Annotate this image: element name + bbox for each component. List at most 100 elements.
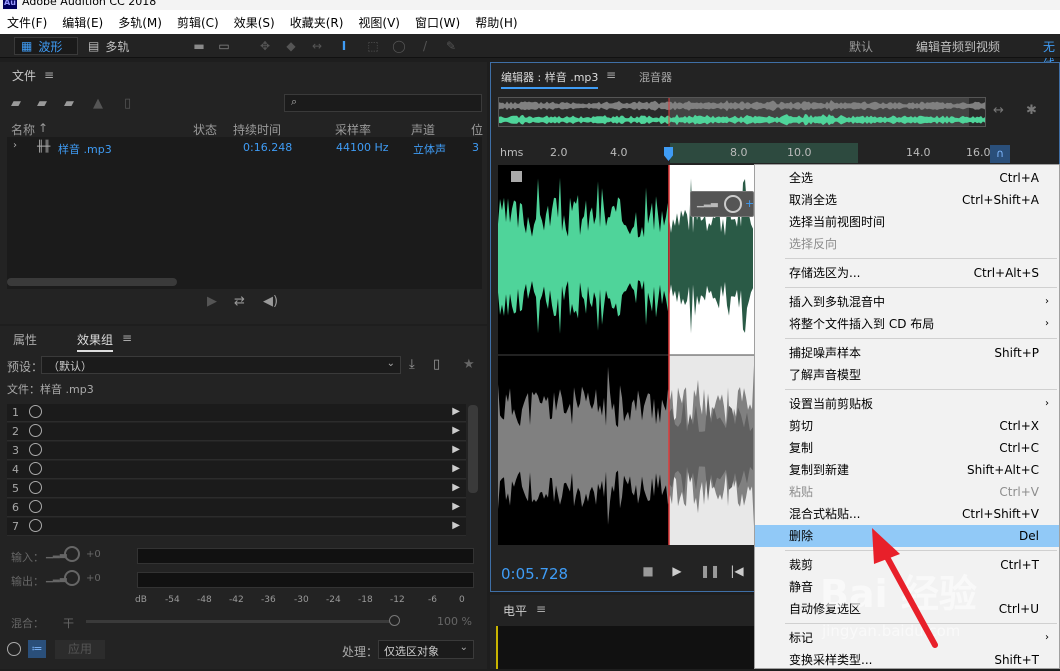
menu-help[interactable]: 帮助(H) [475,14,517,31]
power-icon[interactable] [29,405,42,418]
go-to-start-icon[interactable]: |◀ [729,563,745,579]
tab-effects-rack[interactable]: 效果组 [77,331,114,352]
tab-mixer[interactable]: 混音器 [639,69,672,85]
menu-effects[interactable]: 效果(S) [234,14,275,31]
master-power-icon[interactable] [7,642,21,656]
show-rack-icon[interactable]: ≔ [28,640,46,658]
menu-multitrack[interactable]: 多轨(M) [118,14,162,31]
power-icon[interactable] [29,481,42,494]
razor-tool-icon[interactable]: ◆ [283,38,299,54]
horizontal-scrollbar[interactable] [7,278,177,286]
delete-preset-icon[interactable]: ▯ [433,357,440,373]
slot-arrow-icon[interactable]: ▶ [452,482,460,493]
context-menu-item[interactable]: 捕捉噪声样本 Shift+P [755,342,1059,364]
context-menu-item[interactable]: 了解声音模型 [755,364,1059,386]
new-file-icon[interactable]: ▰ [64,96,74,112]
waveform-view-button[interactable]: ▦ 波形 [14,37,78,55]
hud-volume[interactable]: ▁▂▃ +0 [690,191,761,217]
open-append-icon[interactable]: ▰ [37,96,47,112]
workspace-default[interactable]: 默认 [849,38,873,55]
expand-chevron-icon[interactable]: › [13,140,17,151]
brush-tool-icon[interactable]: / [417,38,433,54]
context-menu-item[interactable]: 复制 Ctrl+C [755,437,1059,459]
rack-slot[interactable]: 4 ▶ [7,461,466,479]
context-menu-item[interactable]: 取消全选 Ctrl+Shift+A [755,189,1059,211]
menu-view[interactable]: 视图(V) [358,14,400,31]
headphones-icon[interactable]: ∩ [990,145,1010,163]
column-status[interactable]: 状态 [193,121,217,138]
context-menu-item[interactable]: 选择当前视图时间 [755,211,1059,233]
context-menu-item[interactable]: 粘贴 Ctrl+V [755,481,1059,503]
context-menu-item[interactable]: 将整个文件插入到 CD 布局 › [755,313,1059,335]
slot-arrow-icon[interactable]: ▶ [452,444,460,455]
import-icon[interactable]: ▲ [93,96,103,112]
time-selection-tool-icon[interactable]: I [336,38,352,54]
column-bit[interactable]: 位 [471,121,483,138]
waveform-display[interactable] [498,165,754,545]
files-panel-title[interactable]: 文件 [12,67,36,84]
rack-slot[interactable]: 2 ▶ [7,423,466,441]
context-menu-item[interactable]: 设置当前剪贴板 › [755,393,1059,415]
editor-menu-icon[interactable]: ≡ [606,68,616,82]
preset-select[interactable]: （默认） ⌄ [41,356,401,374]
power-icon[interactable] [29,462,42,475]
current-time[interactable]: 0:05.728 [501,565,568,583]
tab-properties[interactable]: 属性 [13,331,37,348]
slot-arrow-icon[interactable]: ▶ [452,463,460,474]
favorite-star-icon[interactable]: ★ [463,357,475,373]
power-icon[interactable] [29,519,42,532]
effects-panel-menu-icon[interactable]: ≡ [122,331,132,345]
slot-arrow-icon[interactable]: ▶ [452,425,460,436]
rack-slot[interactable]: 1 ▶ [7,404,466,422]
rack-slot[interactable]: 7 ▶ [7,518,466,536]
save-preset-icon[interactable]: ⤓ [409,357,415,373]
open-folder-icon[interactable]: ▰ [11,96,21,112]
mix-slider-handle[interactable] [389,615,400,626]
menu-window[interactable]: 窗口(W) [415,14,460,31]
channel-toggle-icon[interactable] [511,171,522,182]
apply-button[interactable]: 应用 [55,640,105,659]
panel-menu-icon[interactable]: ≡ [44,68,54,82]
tab-editor[interactable]: 编辑器 : 样音 .mp3 [501,69,599,89]
column-sample-rate[interactable]: 采样率 [335,121,371,138]
file-search-input[interactable]: ⌕ [284,94,482,112]
rack-scrollbar[interactable] [468,405,478,493]
menu-favorites[interactable]: 收藏夹(R) [290,14,344,31]
overview-navigator[interactable] [498,97,986,127]
move-tool-icon[interactable]: ✥ [257,38,273,54]
pause-icon[interactable]: ❚❚ [700,563,720,579]
power-icon[interactable] [29,500,42,513]
input-gain-knob[interactable] [64,546,80,562]
slot-arrow-icon[interactable]: ▶ [452,501,460,512]
hud-knob[interactable] [724,195,742,213]
menu-edit[interactable]: 编辑(E) [62,14,103,31]
context-menu-item[interactable]: 全选 Ctrl+A [755,167,1059,189]
spectral-display-icon[interactable]: ▬ [191,38,207,54]
workspace-edit-audio-to-video[interactable]: 编辑音频到视频 [916,38,1000,55]
slip-tool-icon[interactable]: ↔ [309,38,325,54]
menu-clip[interactable]: 剪辑(C) [177,14,219,31]
delete-file-icon[interactable]: ▯ [124,96,131,112]
process-select[interactable]: 仅选区对象 ⌄ [378,640,474,659]
rack-slot[interactable]: 3 ▶ [7,442,466,460]
loop-icon[interactable]: ⇄ [234,294,245,310]
context-menu-item[interactable]: 插入到多轨混音中 › [755,291,1059,313]
context-menu-item[interactable]: 剪切 Ctrl+X [755,415,1059,437]
menu-file[interactable]: 文件(F) [7,14,47,31]
play-icon[interactable]: ▶ [669,563,685,579]
autoplay-icon[interactable]: ◀) [263,294,278,310]
column-channels[interactable]: 声道 [411,121,435,138]
play-icon[interactable]: ▶ [207,294,217,310]
levels-panel-title[interactable]: 电平 [503,602,527,619]
zoom-icon[interactable]: ↔ [993,103,1004,119]
context-menu-item[interactable]: 复制到新建 Shift+Alt+C [755,459,1059,481]
multitrack-view-button[interactable]: ▤ 多轨 [82,37,142,55]
pitch-display-icon[interactable]: ▭ [216,38,232,54]
column-name[interactable]: 名称 [11,121,35,138]
output-gain-knob[interactable] [64,570,80,586]
lasso-tool-icon[interactable]: ◯ [391,38,407,54]
mix-slider[interactable] [86,620,396,623]
context-menu-item[interactable]: 存储选区为... Ctrl+Alt+S [755,262,1059,284]
context-menu-item[interactable]: 选择反向 [755,233,1059,255]
rack-slot[interactable]: 6 ▶ [7,499,466,517]
